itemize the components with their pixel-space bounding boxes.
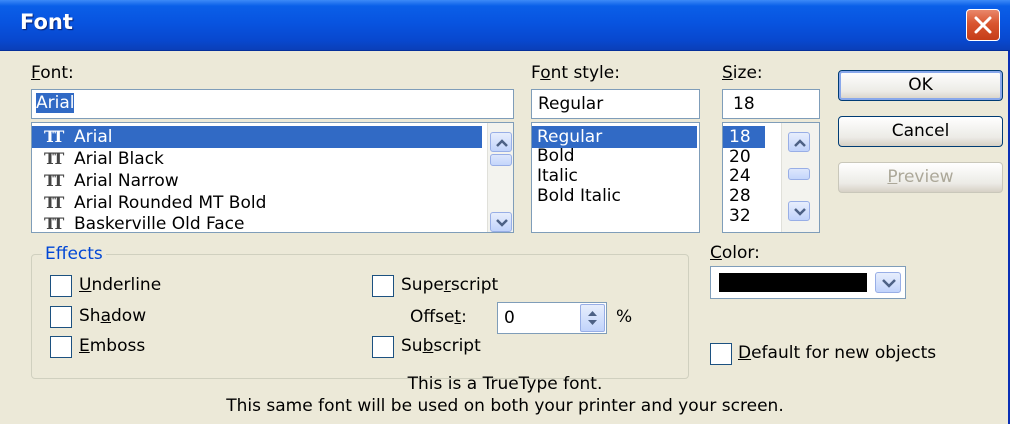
offset-label: Offset:	[410, 307, 467, 327]
color-dropdown[interactable]	[710, 266, 906, 299]
close-icon	[974, 16, 992, 34]
font-style-input[interactable]: Regular	[531, 89, 700, 119]
shadow-checkbox[interactable]	[50, 306, 72, 328]
window-title: Font	[20, 10, 73, 34]
size-input[interactable]: 18	[722, 89, 820, 119]
font-item-arial-narrow[interactable]: TT Arial Narrow	[32, 170, 179, 192]
color-label: Color:	[710, 243, 760, 263]
spin-arrows-icon	[588, 311, 597, 325]
chevron-down-icon	[794, 208, 806, 216]
size-list[interactable]: 18 20 24 28 32	[722, 122, 820, 233]
subscript-checkbox[interactable]	[372, 336, 394, 358]
offset-value: 0	[504, 308, 515, 328]
font-item-baskerville[interactable]: TT Baskerville Old Face	[32, 213, 244, 233]
size-item-32[interactable]: 32	[723, 205, 751, 227]
font-item-arial-black[interactable]: TT Arial Black	[32, 148, 164, 170]
scroll-up-button[interactable]	[490, 132, 512, 152]
size-item-28[interactable]: 28	[723, 185, 751, 207]
size-label: Size:	[722, 63, 763, 83]
font-name-input[interactable]: Arial	[31, 89, 514, 119]
scroll-thumb[interactable]	[490, 154, 512, 166]
default-new-objects-label: Default for new objects	[738, 343, 937, 363]
font-name-value: Arial	[36, 93, 75, 113]
truetype-icon: TT	[44, 127, 64, 146]
font-style-list[interactable]: Regular Bold Italic Bold Italic	[531, 122, 700, 233]
scroll-up-button[interactable]	[788, 132, 810, 152]
scroll-thumb[interactable]	[788, 168, 810, 180]
effects-title: Effects	[42, 244, 106, 264]
font-dialog: Font Font: Arial TT Arial TT Arial Black T…	[0, 0, 1010, 424]
style-item-bold[interactable]: Bold	[532, 145, 575, 167]
scroll-down-button[interactable]	[788, 201, 810, 221]
chevron-down-icon	[882, 279, 896, 288]
style-item-bold-italic[interactable]: Bold Italic	[532, 185, 621, 207]
font-item-arial[interactable]: TT Arial	[32, 126, 482, 148]
truetype-icon: TT	[44, 171, 64, 190]
style-item-italic[interactable]: Italic	[532, 165, 578, 187]
size-item-18[interactable]: 18	[723, 126, 765, 148]
underline-checkbox[interactable]	[50, 275, 72, 297]
chevron-up-icon	[794, 139, 806, 147]
title-bar[interactable]: Font	[0, 0, 1010, 51]
color-swatch	[719, 273, 867, 292]
emboss-checkbox[interactable]	[50, 336, 72, 358]
superscript-checkbox[interactable]	[372, 275, 394, 297]
chevron-down-icon	[496, 219, 508, 227]
ok-button[interactable]: OK	[838, 70, 1003, 101]
size-item-24[interactable]: 24	[723, 165, 751, 187]
truetype-icon: TT	[44, 149, 64, 168]
shadow-label: Shadow	[79, 306, 147, 326]
info-line-2: This same font will be used on both your…	[226, 396, 784, 416]
subscript-label: Subscript	[401, 336, 481, 356]
font-list-scrollbar[interactable]	[487, 123, 513, 232]
superscript-label: Superscript	[401, 275, 499, 295]
underline-label: Underline	[79, 275, 162, 295]
offset-spinner[interactable]	[580, 304, 605, 332]
size-list-scrollbar[interactable]	[781, 123, 819, 232]
truetype-icon: TT	[44, 193, 64, 212]
color-dropdown-button[interactable]	[875, 272, 901, 293]
font-style-label: Font style:	[531, 63, 620, 83]
truetype-icon: TT	[44, 214, 64, 233]
close-button[interactable]	[966, 9, 1000, 41]
offset-unit: %	[616, 307, 633, 327]
preview-button[interactable]: Preview	[838, 162, 1003, 193]
font-label: Font:	[31, 63, 74, 83]
cancel-button[interactable]: Cancel	[838, 116, 1003, 147]
chevron-up-icon	[496, 139, 508, 147]
emboss-label: Emboss	[79, 336, 146, 356]
font-list[interactable]: TT Arial TT Arial Black TT Arial Narrow TT A…	[31, 122, 514, 233]
info-line-1: This is a TrueType font.	[407, 374, 603, 394]
font-item-arial-rounded[interactable]: TT Arial Rounded MT Bold	[32, 192, 266, 214]
default-new-objects-checkbox[interactable]	[710, 343, 732, 365]
scroll-down-button[interactable]	[490, 212, 512, 232]
